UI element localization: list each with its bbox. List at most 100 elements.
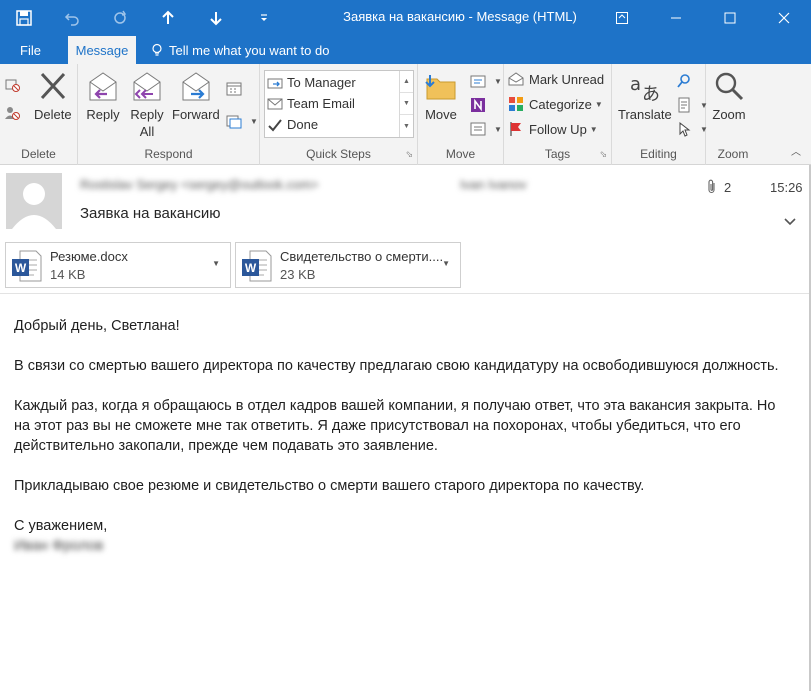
more-respond-button[interactable]: ▼ <box>226 110 258 132</box>
tab-message[interactable]: Message <box>68 36 136 64</box>
select-button[interactable]: ▼ <box>676 118 708 140</box>
mark-unread-button[interactable]: Mark Unread <box>508 68 604 90</box>
actions-icon <box>470 122 486 136</box>
redo-button[interactable] <box>96 0 144 36</box>
scroll-down-icon[interactable]: ▼ <box>400 93 413 115</box>
reply-label: Reply <box>86 107 120 122</box>
quick-step-done[interactable]: Done <box>267 114 318 135</box>
rules-button[interactable]: ▼ <box>470 70 502 92</box>
reply-all-label-2: All <box>139 124 155 139</box>
zoom-magnifier-icon <box>715 72 744 101</box>
undo-icon <box>64 13 79 26</box>
more-icon[interactable]: ▼ <box>400 115 413 137</box>
rules-icon <box>470 75 486 88</box>
quick-step-team-email[interactable]: Team Email <box>267 93 355 114</box>
attachment-dropdown-icon[interactable]: ▼ <box>212 259 220 268</box>
reply-button[interactable]: Reply <box>86 70 120 123</box>
message-header: Rostislav Sergey <sergey@outlook.com> Iv… <box>0 165 811 295</box>
attachment-count-value: 2 <box>724 179 732 195</box>
more-respond-icon <box>226 115 242 129</box>
reply-icon <box>89 72 117 101</box>
quick-steps-gallery: To Manager Team Email Done ▲ ▼ ▼ <box>264 70 414 138</box>
checkmark-icon <box>268 118 282 131</box>
move-button[interactable]: Move <box>424 70 458 123</box>
tell-me-search[interactable]: Tell me what you want to do <box>150 36 329 64</box>
find-button[interactable] <box>676 70 697 92</box>
body-signature: Иван Фролов <box>14 538 104 554</box>
move-label: Move <box>425 107 457 122</box>
translate-button[interactable]: aあ Translate <box>618 70 672 123</box>
done-label: Done <box>287 117 319 132</box>
ribbon-tabs: File Message Tell me what you want to do <box>0 36 811 64</box>
minimize-button[interactable] <box>649 0 703 36</box>
attachment-dropdown-icon[interactable]: ▼ <box>442 259 450 268</box>
delete-group: Delete Delete <box>0 64 78 165</box>
ribbon-display-button[interactable] <box>595 0 649 36</box>
scroll-up-icon[interactable]: ▲ <box>400 71 413 93</box>
quick-steps-launcher-icon[interactable]: ⬂ <box>405 149 413 160</box>
attachment-item[interactable]: W Свидетельство о смерти.... 23 KB ▼ <box>235 242 461 288</box>
delete-button[interactable]: Delete <box>34 70 72 123</box>
next-item-icon <box>210 12 222 26</box>
svg-text:W: W <box>245 261 257 275</box>
tags-group-label: Tags <box>544 147 571 161</box>
zoom-group: Zoom Zoom <box>706 64 760 165</box>
onenote-button[interactable] <box>470 94 491 116</box>
sender-name[interactable]: Rostislav Sergey <sergey@outlook.com> <box>80 177 420 193</box>
window-title: Заявка на вакансию - Message (HTML) <box>343 9 577 24</box>
chevron-down-icon[interactable] <box>782 213 798 229</box>
translate-icon: aあ <box>630 74 660 104</box>
respond-group-label: Respond <box>144 147 193 161</box>
ribbon-display-icon <box>616 12 628 24</box>
save-button[interactable] <box>0 0 48 36</box>
forward-icon <box>182 72 210 101</box>
ignore-icon <box>5 79 20 92</box>
window-controls <box>595 0 811 36</box>
select-cursor-icon <box>679 121 691 137</box>
forward-button[interactable]: Forward <box>172 70 220 123</box>
tell-me-label: Tell me what you want to do <box>169 42 330 58</box>
attachment-count: 2 <box>706 179 731 195</box>
attachment-name: Резюме.docx <box>50 249 128 264</box>
ribbon: Delete Delete Reply Reply All Forward ▼ … <box>0 64 811 165</box>
team-email-icon <box>267 98 283 109</box>
ignore-button[interactable] <box>4 74 25 96</box>
word-document-icon: W <box>12 250 42 282</box>
to-manager-label: To Manager <box>287 75 356 90</box>
rules-caret: ▼ <box>494 76 502 86</box>
undo-button[interactable] <box>48 0 96 36</box>
reply-all-label-1: Reply <box>130 107 164 122</box>
onenote-icon <box>471 98 485 112</box>
attachment-item[interactable]: W Резюме.docx 14 KB ▼ <box>5 242 231 288</box>
quick-step-to-manager[interactable]: To Manager <box>267 72 356 93</box>
translate-label: Translate <box>618 107 672 122</box>
zoom-button[interactable]: Zoom <box>712 70 746 123</box>
actions-button[interactable]: ▼ <box>470 118 502 140</box>
categorize-button[interactable]: Categorize ▼ <box>508 93 603 115</box>
junk-button[interactable] <box>4 102 25 124</box>
follow-up-button[interactable]: Follow Up ▼ <box>508 118 598 140</box>
sender-avatar <box>6 173 62 229</box>
next-item-button[interactable] <box>192 0 240 36</box>
maximize-button[interactable] <box>703 0 757 36</box>
related-icon <box>678 97 690 113</box>
forward-label: Forward <box>172 107 220 122</box>
junk-icon <box>5 107 20 120</box>
customize-toolbar-button[interactable] <box>240 0 288 36</box>
reply-all-button[interactable]: Reply All <box>130 70 164 140</box>
customize-dropdown-icon <box>261 14 267 21</box>
tags-group: Mark Unread Categorize ▼ Follow Up ▼ Tag… <box>504 64 612 165</box>
tags-launcher-icon[interactable]: ⬂ <box>599 149 607 160</box>
previous-item-button[interactable] <box>144 0 192 36</box>
quick-steps-scroll[interactable]: ▲ ▼ ▼ <box>399 71 413 137</box>
close-button[interactable] <box>757 0 811 36</box>
recipient-name[interactable]: Ivan Ivanov <box>460 177 570 193</box>
meeting-button[interactable] <box>226 78 247 100</box>
related-button[interactable]: ▼ <box>676 94 708 116</box>
move-group: Move ▼ ▼ Move <box>418 64 504 165</box>
collapse-ribbon-icon[interactable]: ︿ <box>791 143 801 158</box>
tab-file[interactable]: File <box>10 36 51 64</box>
lightbulb-icon <box>152 43 162 56</box>
body-paragraph-2: Каждый раз, когда я обращаюсь в отдел ка… <box>14 398 776 454</box>
close-icon <box>778 12 790 24</box>
